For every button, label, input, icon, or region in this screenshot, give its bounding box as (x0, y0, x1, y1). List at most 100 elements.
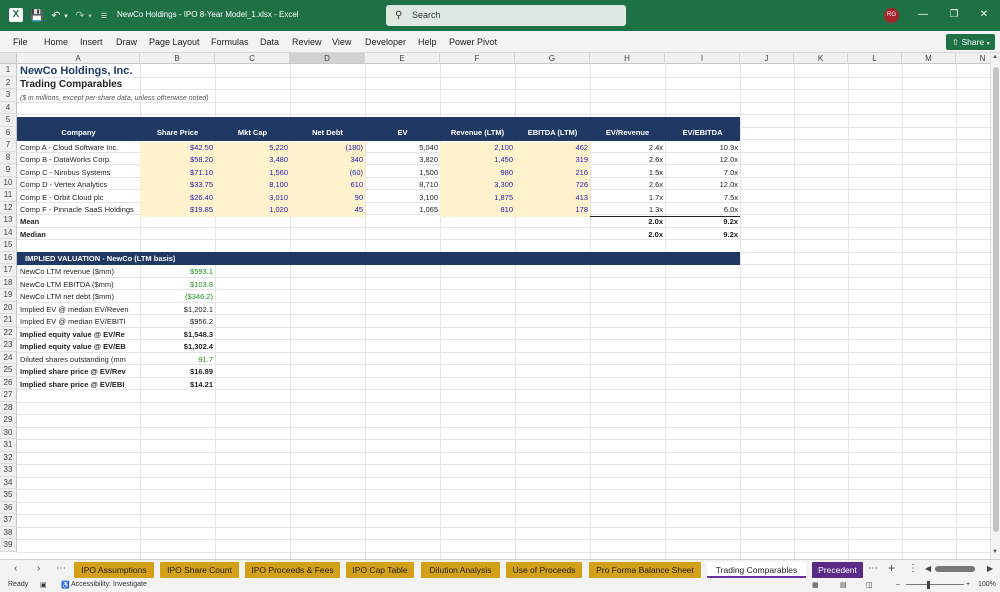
row-header[interactable]: 26 (0, 376, 17, 389)
column-header-i[interactable]: I (665, 53, 740, 64)
comp-cell-mktcap[interactable]: 3,010 (215, 191, 290, 204)
mean-ev-revenue[interactable]: 2.0x (590, 216, 665, 229)
row-header[interactable]: 8 (0, 151, 17, 164)
comp-cell-netdebt[interactable]: 340 (290, 154, 365, 167)
row-header[interactable]: 25 (0, 364, 17, 377)
column-header-l[interactable]: L (848, 53, 902, 64)
sheet-subtitle[interactable]: Trading Comparables (18, 78, 124, 92)
row-header[interactable]: 7 (0, 139, 17, 152)
search-box[interactable]: ⚲ Search (386, 5, 626, 26)
page-layout-view-icon[interactable]: ▤ (840, 581, 847, 589)
page-break-view-icon[interactable]: ◫ (866, 581, 873, 589)
comp-cell-mktcap[interactable]: 3,480 (215, 154, 290, 167)
add-sheet-icon[interactable]: + (888, 561, 895, 575)
comp-cell-company[interactable]: Comp D - Vertex Analytics (18, 179, 139, 192)
row-header[interactable]: 19 (0, 289, 17, 302)
valuation-value[interactable]: $956.2 (140, 316, 215, 329)
menu-power-pivot[interactable]: Power Pivot (449, 37, 497, 47)
redo-icon[interactable]: ↷ (74, 8, 86, 23)
row-header[interactable]: 16 (0, 251, 17, 264)
comp-cell-revenue[interactable]: 3,300 (440, 179, 515, 192)
comp-cell-ebitda[interactable]: 178 (515, 204, 590, 217)
row-header[interactable]: 38 (0, 526, 17, 539)
valuation-value[interactable]: $593.1 (140, 266, 215, 279)
comp-cell-ev[interactable]: 3,100 (365, 192, 440, 205)
comp-cell-ev-rev[interactable]: 1.5x (590, 167, 665, 180)
comp-cell-ev[interactable]: 3,820 (365, 154, 440, 167)
valuation-value[interactable]: 91.7 (140, 354, 215, 367)
redo-dropdown-icon[interactable]: ▾ (86, 8, 94, 23)
column-header-a[interactable]: A (17, 53, 140, 64)
row-header[interactable]: 10 (0, 176, 17, 189)
comp-cell-ev-ebitda[interactable]: 7.0x (665, 167, 740, 180)
scroll-up-icon[interactable]: ▲ (992, 54, 998, 60)
column-header-n[interactable]: N (956, 53, 990, 64)
comp-cell-mktcap[interactable]: 5,220 (215, 141, 290, 154)
save-icon[interactable]: 💾 (30, 8, 44, 23)
comp-cell-netdebt[interactable]: 90 (290, 191, 365, 204)
row-header[interactable]: 23 (0, 339, 17, 352)
row-header[interactable]: 22 (0, 326, 17, 339)
row-header[interactable]: 20 (0, 301, 17, 314)
comp-cell-company[interactable]: Comp F - Pinnacle SaaS Holdings (18, 204, 139, 217)
comp-cell-price[interactable]: $42.50 (140, 141, 215, 154)
row-header[interactable]: 34 (0, 476, 17, 489)
comp-cell-ev[interactable]: 8,710 (365, 179, 440, 192)
menu-review[interactable]: Review (292, 37, 322, 47)
valuation-value[interactable]: $1,548.3 (140, 329, 215, 342)
comp-cell-netdebt[interactable]: 610 (290, 179, 365, 192)
header-share-price[interactable]: Share Price (140, 128, 215, 137)
comp-cell-netdebt[interactable]: (60) (290, 166, 365, 179)
header-net-debt[interactable]: Net Debt (290, 128, 365, 137)
implied-valuation-header[interactable]: IMPLIED VALUATION - NewCo (LTM basis) (17, 252, 740, 265)
valuation-value[interactable]: $1,202.1 (140, 304, 215, 317)
tab-ipo-cap-table[interactable]: IPO Cap Table (346, 562, 414, 578)
median-ev-revenue[interactable]: 2.0x (590, 229, 665, 242)
menu-formulas[interactable]: Formulas (211, 37, 249, 47)
row-header[interactable]: 11 (0, 189, 17, 202)
valuation-label[interactable]: Implied equity value @ EV/EB (18, 341, 139, 354)
comp-cell-ev-ebitda[interactable]: 10.9x (665, 142, 740, 155)
select-all-corner[interactable] (0, 53, 17, 64)
zoom-slider-thumb[interactable] (927, 581, 930, 589)
comp-cell-ebitda[interactable]: 216 (515, 166, 590, 179)
valuation-label[interactable]: Implied equity value @ EV/Re (18, 329, 139, 342)
tab-pro-forma-balance-sheet[interactable]: Pro Forma Balance Sheet (589, 562, 701, 578)
row-header[interactable]: 27 (0, 389, 17, 402)
row-header[interactable]: 33 (0, 464, 17, 477)
comp-cell-revenue[interactable]: 2,100 (440, 141, 515, 154)
row-header[interactable]: 21 (0, 314, 17, 327)
comp-cell-ev-rev[interactable]: 2.6x (590, 179, 665, 192)
normal-view-icon[interactable]: ▦ (812, 581, 819, 589)
comp-cell-revenue[interactable]: 810 (440, 204, 515, 217)
sheet-title[interactable]: NewCo Holdings, Inc. (18, 64, 134, 79)
valuation-value[interactable]: ($346.2) (140, 291, 215, 304)
comp-cell-ebitda[interactable]: 462 (515, 141, 590, 154)
menu-data[interactable]: Data (260, 37, 279, 47)
zoom-level[interactable]: 100% (978, 581, 996, 588)
header-revenue[interactable]: Revenue (LTM) (440, 128, 515, 137)
row-header[interactable]: 2 (0, 76, 17, 89)
tab-trading-comparables[interactable]: Trading Comparables (707, 562, 806, 578)
row-header[interactable]: 17 (0, 264, 17, 277)
menu-developer[interactable]: Developer (365, 37, 406, 47)
share-button[interactable]: ⇧ Share ▾ (946, 34, 995, 50)
comp-cell-mktcap[interactable]: 1,020 (215, 204, 290, 217)
comp-cell-ev-ebitda[interactable]: 12.0x (665, 154, 740, 167)
comp-cell-netdebt[interactable]: (180) (290, 141, 365, 154)
status-accessibility[interactable]: Accessibility: Investigate (71, 581, 147, 588)
valuation-value[interactable]: $1,302.4 (140, 341, 215, 354)
row-header[interactable]: 18 (0, 276, 17, 289)
row-header[interactable]: 1 (0, 64, 17, 77)
comp-cell-price[interactable]: $19.85 (140, 204, 215, 217)
header-mkt-cap[interactable]: Mkt Cap (215, 128, 290, 137)
row-header[interactable]: 12 (0, 201, 17, 214)
comp-cell-ev[interactable]: 1,500 (365, 167, 440, 180)
valuation-label[interactable]: Diluted shares outstanding (mm (18, 354, 139, 367)
tab-scroll-left-icon[interactable]: ‹ (14, 563, 17, 574)
valuation-label[interactable]: NewCo LTM revenue ($mm) (18, 266, 139, 279)
valuation-label[interactable]: Implied EV @ median EV/Reven (18, 304, 139, 317)
units-note[interactable]: ($ in millions, except per-share data, u… (18, 93, 211, 106)
menu-file[interactable]: File (13, 37, 28, 47)
more-tabs-icon[interactable]: ⋯ (56, 563, 66, 574)
